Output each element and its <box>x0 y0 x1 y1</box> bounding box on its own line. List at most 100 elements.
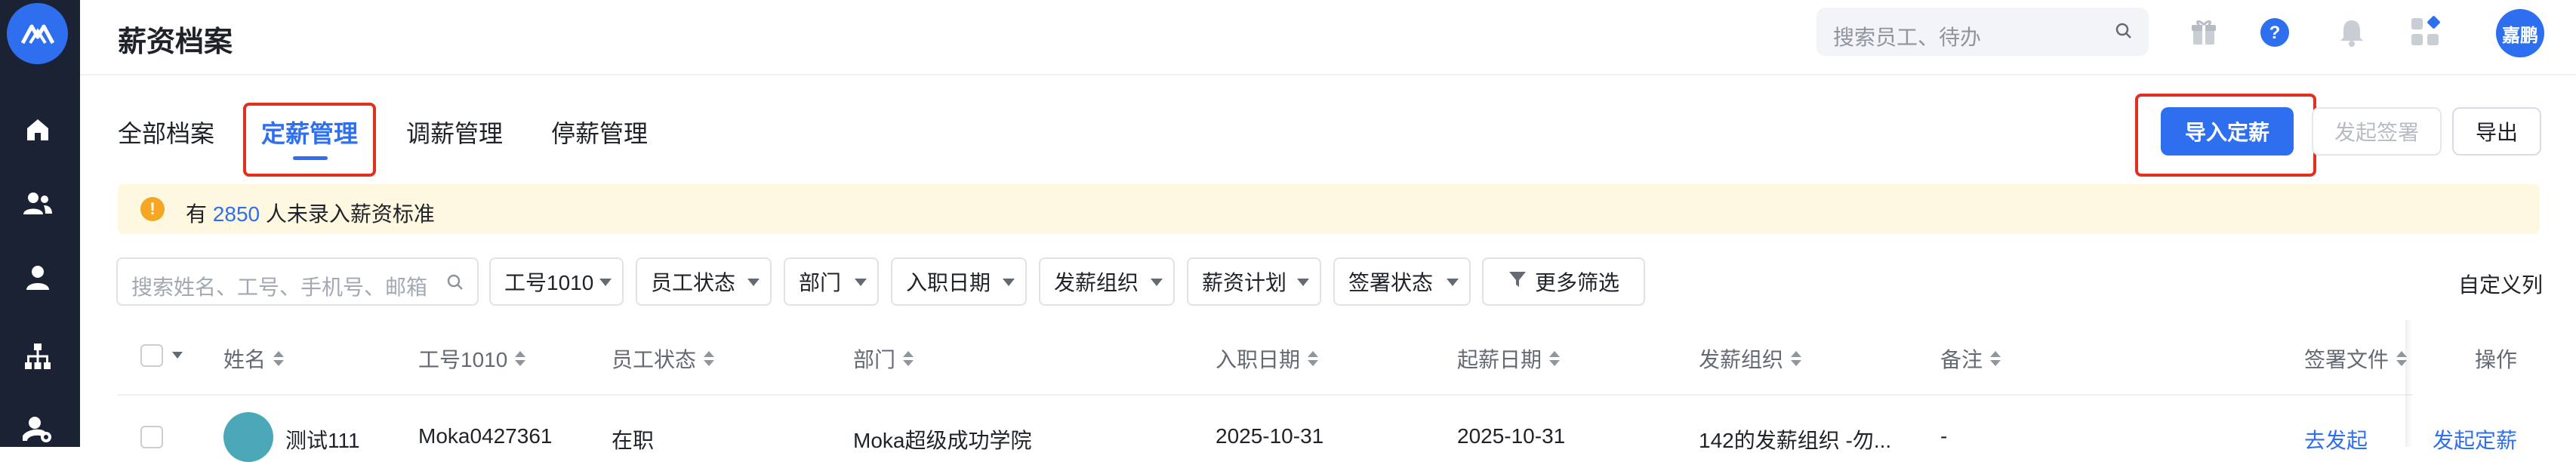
cell-pay-org: 142的发薪组织 -勿... <box>1699 429 1892 452</box>
col-header-label: 员工状态 <box>612 348 697 371</box>
col-header-action: 操作 <box>2475 348 2518 371</box>
sort-icon[interactable] <box>903 351 914 366</box>
cell-status: 在职 <box>612 429 655 452</box>
filter-sign-status[interactable]: 签署状态 <box>1333 257 1471 306</box>
col-header-label: 工号1010 <box>418 348 508 371</box>
sticky-column-shadow <box>2405 320 2413 447</box>
table-header-divider <box>118 394 2540 396</box>
export-button[interactable]: 导出 <box>2452 107 2541 156</box>
col-header-label: 部门 <box>853 348 896 371</box>
global-search-placeholder: 搜索员工、待办 <box>1833 26 1982 49</box>
tab-all-records[interactable]: 全部档案 <box>118 115 214 149</box>
sort-icon[interactable] <box>515 351 526 366</box>
custom-columns-link[interactable]: 自定义列 <box>2458 269 2543 299</box>
filter-funnel-icon <box>1508 270 1527 294</box>
page-title: 薪资档案 <box>118 26 233 58</box>
person-icon[interactable] <box>14 255 62 300</box>
cell-sign-file-link[interactable]: 去发起 <box>2304 424 2368 454</box>
top-header: 薪资档案 搜索员工、待办 ? 嘉鹏 <box>80 0 2576 75</box>
chevron-down-icon <box>747 279 760 286</box>
col-header-label: 签署文件 <box>2304 348 2390 371</box>
notice-prefix: 有 <box>186 202 208 226</box>
col-header-emp-no[interactable]: 工号1010 <box>418 343 526 374</box>
chevron-down-icon <box>1151 279 1163 286</box>
tab-salary-adjust[interactable]: 调薪管理 <box>406 115 503 149</box>
sort-icon[interactable] <box>1549 351 1561 366</box>
filter-search-input[interactable]: 搜索姓名、工号、手机号、邮箱 <box>116 257 479 306</box>
select-all-checkbox[interactable] <box>140 344 163 367</box>
more-filters-label: 更多筛选 <box>1534 271 1619 294</box>
user-avatar[interactable]: 嘉鹏 <box>2496 9 2544 57</box>
warning-icon: ! <box>140 197 165 221</box>
import-salary-button[interactable]: 导入定薪 <box>2161 107 2294 156</box>
col-header-sign-file[interactable]: 签署文件 <box>2304 343 2408 374</box>
col-header-start-date[interactable]: 起薪日期 <box>1457 343 1561 374</box>
filter-emp-status[interactable]: 员工状态 <box>636 257 772 306</box>
notice-suffix: 人未录入薪资标准 <box>265 202 435 226</box>
bell-icon[interactable] <box>2333 14 2371 51</box>
col-header-name[interactable]: 姓名 <box>223 343 285 374</box>
cell-dept: Moka超级成功学院 <box>853 429 1032 452</box>
team-icon[interactable] <box>14 181 62 226</box>
filter-label: 签署状态 <box>1348 271 1434 294</box>
notice-count: 2850 <box>212 202 260 226</box>
sort-icon[interactable] <box>704 351 715 366</box>
cell-emp-no: Moka0427361 <box>418 424 553 448</box>
filter-label: 员工状态 <box>651 271 736 294</box>
col-header-note[interactable]: 备注 <box>1940 343 2001 374</box>
chevron-down-icon[interactable] <box>172 352 183 359</box>
col-header-label: 起薪日期 <box>1457 348 1542 371</box>
sort-icon[interactable] <box>1308 351 1319 366</box>
filter-hire-date[interactable]: 入职日期 <box>891 257 1027 306</box>
filter-label: 薪资计划 <box>1202 271 1287 294</box>
col-header-hire-date[interactable]: 入职日期 <box>1216 343 1319 374</box>
home-icon[interactable] <box>14 107 62 152</box>
chevron-down-icon <box>855 279 867 286</box>
org-chart-icon[interactable] <box>14 334 62 379</box>
col-header-label: 备注 <box>1940 348 1983 371</box>
filter-salary-plan[interactable]: 薪资计划 <box>1187 257 1321 306</box>
chevron-down-icon <box>1003 279 1015 286</box>
notice-banner: ! 有 2850 人未录入薪资标准 <box>118 184 2540 234</box>
col-header-label: 姓名 <box>223 348 267 371</box>
gift-icon[interactable] <box>2185 14 2223 51</box>
col-header-status[interactable]: 员工状态 <box>612 343 715 374</box>
notice-text: 有 2850 人未录入薪资标准 <box>186 198 435 228</box>
chevron-down-icon <box>599 279 612 286</box>
help-icon[interactable]: ? <box>2256 14 2294 51</box>
filter-pay-org[interactable]: 发薪组织 <box>1039 257 1175 306</box>
cell-start-date: 2025-10-31 <box>1457 424 1566 448</box>
svg-text:?: ? <box>2269 23 2281 43</box>
person-settings-icon[interactable] <box>14 406 62 451</box>
start-salary-setting-link[interactable]: 发起定薪 <box>2433 424 2517 454</box>
initiate-sign-button[interactable]: 发起签署 <box>2312 107 2442 156</box>
chevron-down-icon <box>1447 279 1459 286</box>
moka-logo-icon[interactable] <box>7 3 68 64</box>
more-filters-button[interactable]: 更多筛选 <box>1482 257 1645 306</box>
cell-note: - <box>1940 424 1948 448</box>
global-search-input[interactable]: 搜索员工、待办 <box>1816 8 2149 56</box>
filter-search-placeholder: 搜索姓名、工号、手机号、邮箱 <box>131 276 428 299</box>
filter-label: 部门 <box>799 271 842 294</box>
sticky-action-column: 操作 发起定薪 <box>2413 320 2576 452</box>
highlight-box-tab <box>243 103 376 177</box>
left-nav <box>0 0 80 447</box>
col-header-label: 发薪组织 <box>1699 348 1784 371</box>
search-icon <box>445 273 465 296</box>
filter-emp-no[interactable]: 工号1010 <box>489 257 624 306</box>
filter-label: 发薪组织 <box>1054 271 1139 294</box>
cell-hire-date: 2025-10-31 <box>1216 424 1324 448</box>
row-checkbox[interactable] <box>140 426 163 448</box>
apps-grid-icon[interactable] <box>2407 14 2445 51</box>
tab-salary-stop[interactable]: 停薪管理 <box>551 115 648 149</box>
cell-name[interactable]: 测试111 <box>285 424 360 454</box>
chevron-down-icon <box>1297 279 1309 286</box>
sort-icon[interactable] <box>273 351 285 366</box>
sort-icon[interactable] <box>1990 351 2001 366</box>
sort-icon[interactable] <box>1791 351 1802 366</box>
filter-label: 入职日期 <box>906 271 991 294</box>
col-header-pay-org[interactable]: 发薪组织 <box>1699 343 1802 374</box>
filter-label: 工号1010 <box>504 271 594 294</box>
col-header-dept[interactable]: 部门 <box>853 343 914 374</box>
filter-dept[interactable]: 部门 <box>784 257 879 306</box>
